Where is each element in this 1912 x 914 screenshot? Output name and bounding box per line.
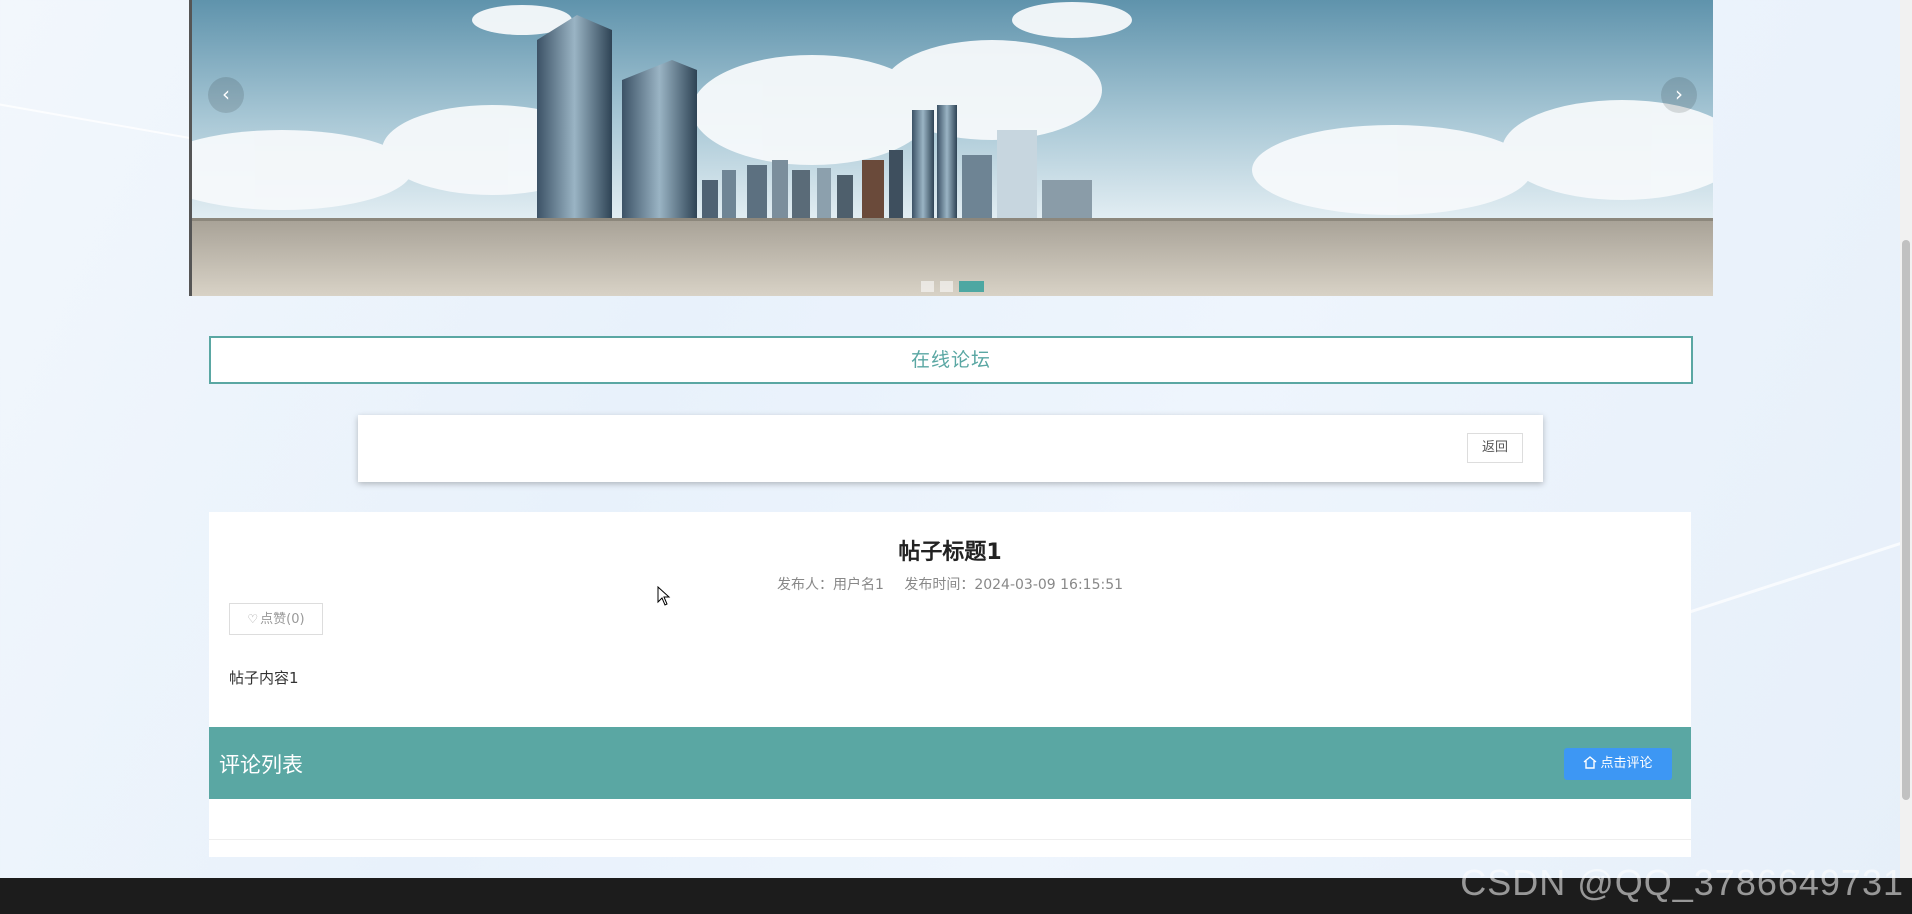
comment-list-header: 评论列表 点击评论 (209, 727, 1691, 799)
watermark: CSDN @QQ_3786649731 (1460, 862, 1904, 903)
carousel-dot-active[interactable] (959, 281, 984, 292)
forum-title: 在线论坛 (910, 349, 991, 371)
like-label: 点赞(0) (260, 612, 305, 627)
carousel-dot[interactable] (921, 281, 934, 292)
back-button[interactable]: 返回 (1467, 433, 1523, 463)
home-icon (1584, 756, 1597, 769)
banner-image (192, 0, 1713, 296)
heart-icon: ♡ (247, 612, 259, 626)
scrollbar-thumb[interactable] (1902, 240, 1910, 800)
add-comment-button[interactable]: 点击评论 (1564, 748, 1672, 780)
comment-list (209, 799, 1691, 840)
like-button[interactable]: ♡ 点赞(0) (229, 603, 323, 635)
carousel-indicators (192, 281, 1713, 292)
post-author: 发布人：用户名1 (776, 577, 884, 593)
chevron-left-icon: ‹ (222, 82, 230, 106)
banner-carousel: ‹ › (189, 0, 1713, 296)
action-bar: 返回 (358, 415, 1543, 482)
carousel-next-button[interactable]: › (1661, 77, 1697, 113)
post-title: 帖子标题1 (898, 540, 1002, 565)
post-time: 发布时间：2024-03-09 16:15:51 (904, 577, 1124, 593)
carousel-prev-button[interactable]: ‹ (208, 77, 244, 113)
taskbar: CSDN @QQ_3786649731 (0, 862, 1912, 914)
add-comment-label: 点击评论 (1600, 756, 1653, 771)
page-scrollbar[interactable] (1900, 0, 1912, 878)
post-content: 帖子内容1 (229, 669, 299, 687)
mouse-cursor-icon (657, 586, 671, 606)
comment-list-title: 评论列表 (219, 753, 303, 777)
carousel-dot[interactable] (940, 281, 953, 292)
post-meta: 发布人：用户名1 发布时间：2024-03-09 16:15:51 (209, 574, 1691, 594)
post-detail-card: 帖子标题1 发布人：用户名1 发布时间：2024-03-09 16:15:51 … (209, 512, 1691, 857)
chevron-right-icon: › (1675, 82, 1683, 106)
forum-section-header: 在线论坛 (209, 336, 1693, 384)
